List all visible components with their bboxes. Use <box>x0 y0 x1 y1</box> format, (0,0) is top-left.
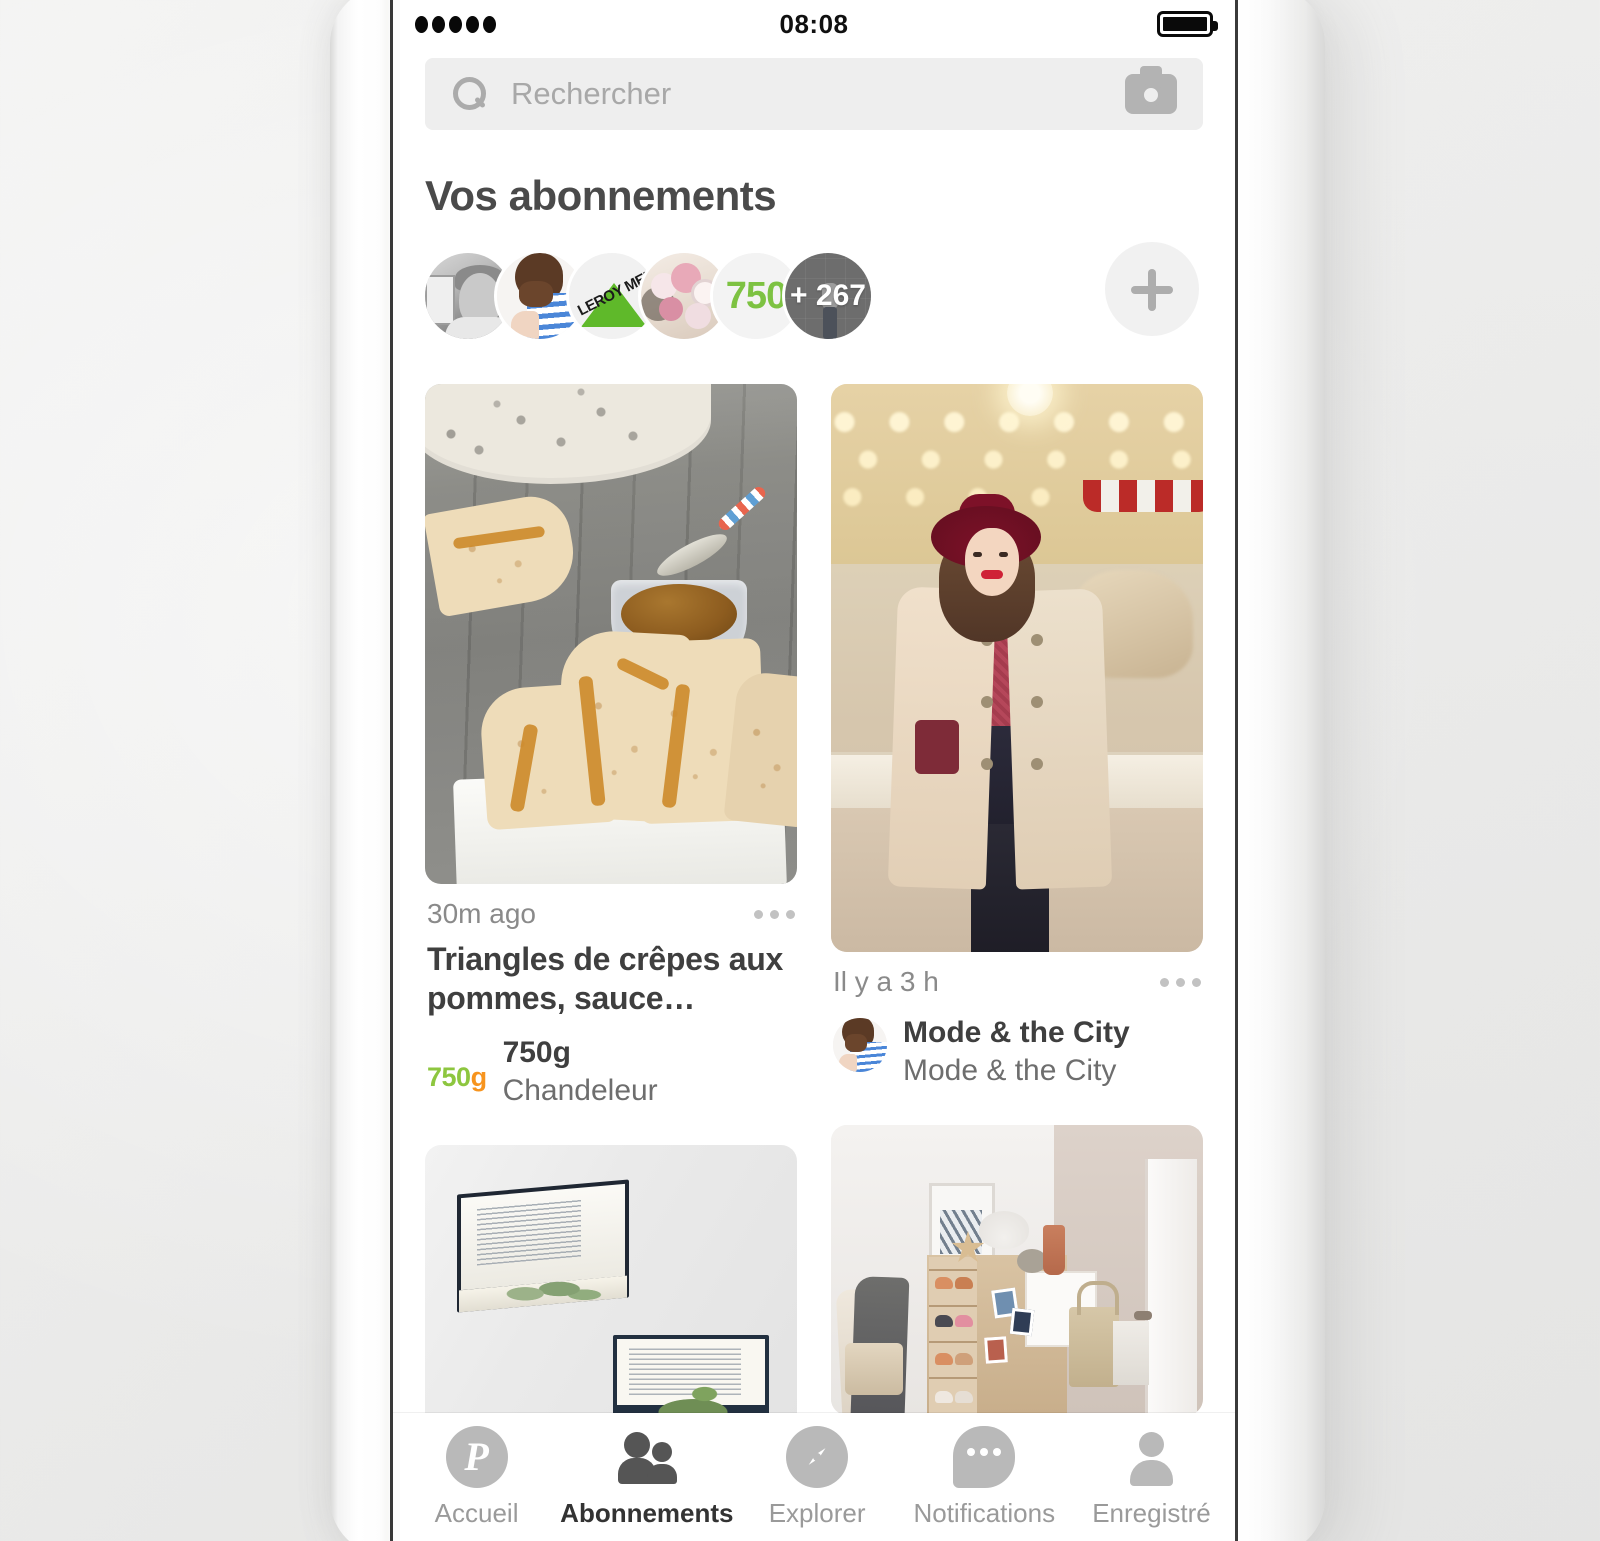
pin-card-carousel[interactable]: Il y a 3 h Mode & the City Mode & the Ci… <box>831 384 1203 1089</box>
pin-grid-column-right: Il y a 3 h Mode & the City Mode & the Ci… <box>831 384 1203 1471</box>
bottom-tab-bar: Accueil Abonnements Explorer Notifi <box>393 1413 1235 1541</box>
tab-enregistre[interactable]: Enregistré <box>1068 1426 1235 1529</box>
pin-card-hallway[interactable] <box>831 1125 1203 1415</box>
camera-icon[interactable] <box>1125 66 1177 114</box>
overflow-count-label: + 267 <box>790 279 866 312</box>
book-shelf-plants-photo[interactable] <box>425 1145 797 1436</box>
board-subtitle[interactable]: Chandeleur <box>503 1074 658 1107</box>
tab-label: Accueil <box>434 1497 519 1528</box>
speech-bubble-icon <box>953 1425 1016 1488</box>
avatar-more-count[interactable]: + 267 <box>785 253 871 339</box>
pin-title: Triangles de crêpes aux pommes, sauce… <box>427 941 783 1017</box>
pinterest-logo-icon <box>445 1425 508 1488</box>
pin-timestamp: 30m ago <box>427 898 536 929</box>
following-avatars-row: LEROY MERLIN 750 + 267 <box>393 220 1235 350</box>
people-icon <box>616 1426 678 1488</box>
phone-screen: 08:08 Rechercher Vos abonnements LEROY M… <box>390 0 1238 1541</box>
page-title: Vos abonnements <box>425 172 777 219</box>
search-input[interactable]: Rechercher <box>425 58 1203 130</box>
pin-card-crepes[interactable]: 30m ago Triangles de crêpes aux pommes, … <box>425 384 797 1109</box>
pin-meta-crepes: 30m ago Triangles de crêpes aux pommes, … <box>425 884 797 1109</box>
board-name[interactable]: Mode & the City <box>903 1016 1130 1049</box>
hallway-interior-photo[interactable] <box>831 1125 1203 1415</box>
avatar-mode-and-the-city[interactable] <box>833 1018 887 1072</box>
more-options-icon[interactable] <box>754 909 795 919</box>
pin-meta-carousel: Il y a 3 h Mode & the City Mode & the Ci… <box>831 952 1203 1089</box>
search-icon <box>451 76 487 112</box>
battery-full-icon <box>1157 11 1218 37</box>
status-bar-clock: 08:08 <box>779 8 849 39</box>
tab-label: Abonnements <box>560 1497 734 1528</box>
avatar-stack[interactable]: LEROY MERLIN 750 + 267 <box>425 253 871 339</box>
person-icon <box>1120 1426 1182 1488</box>
tab-notifications[interactable]: Notifications <box>901 1425 1068 1529</box>
tab-accueil[interactable]: Accueil <box>393 1425 560 1529</box>
board-name[interactable]: 750g <box>503 1036 571 1069</box>
pin-grid: 30m ago Triangles de crêpes aux pommes, … <box>393 350 1235 1471</box>
crepes-photo[interactable] <box>425 384 797 884</box>
board-logo-750g: 750g <box>427 1062 487 1093</box>
tab-abonnements[interactable]: Abonnements <box>560 1426 734 1529</box>
pin-card-books[interactable] <box>425 1145 797 1436</box>
search-bar-container: Rechercher <box>393 48 1235 130</box>
search-placeholder: Rechercher <box>511 76 672 111</box>
tab-explorer[interactable]: Explorer <box>734 1425 901 1529</box>
pin-timestamp: Il y a 3 h <box>833 966 939 997</box>
status-bar: 08:08 <box>393 0 1235 48</box>
tab-label: Explorer <box>768 1497 866 1528</box>
board-subtitle[interactable]: Mode & the City <box>903 1054 1116 1087</box>
plus-icon[interactable] <box>1105 242 1199 336</box>
more-options-icon[interactable] <box>1160 977 1201 987</box>
compass-icon <box>786 1425 849 1488</box>
tab-label: Enregistré <box>1092 1497 1211 1528</box>
pin-grid-column-left: 30m ago Triangles de crêpes aux pommes, … <box>425 384 797 1471</box>
carousel-woman-photo[interactable] <box>831 384 1203 952</box>
tab-label: Notifications <box>913 1497 1056 1528</box>
